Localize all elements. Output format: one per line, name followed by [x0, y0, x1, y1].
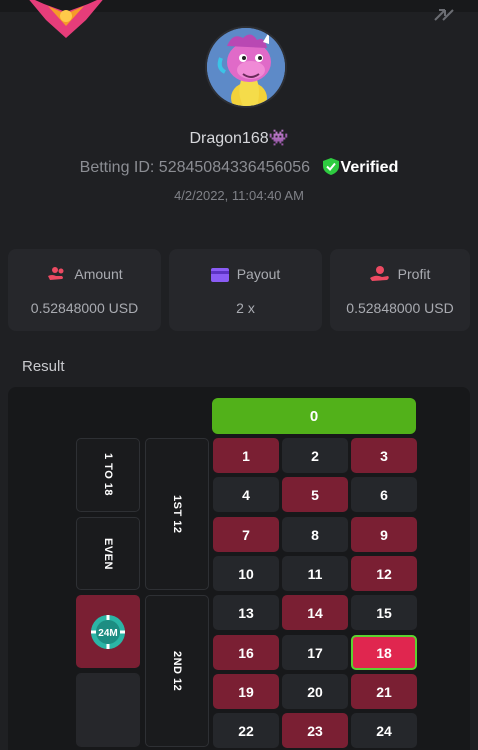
- roulette-number-18: 18: [351, 635, 417, 670]
- amount-label: Amount: [74, 266, 123, 282]
- profit-hand-icon: [369, 266, 389, 281]
- bet-2nd-12-label: 2ND 12: [171, 650, 183, 692]
- roulette-number-7: 7: [213, 517, 279, 552]
- roulette-number-14: 14: [282, 595, 348, 630]
- profit-value: 0.52848000 USD: [346, 300, 454, 316]
- betting-id-row: Betting ID: 52845084336456056 Verified: [0, 158, 478, 177]
- dragon-avatar-icon: [207, 28, 285, 106]
- bet-empty-slot: [76, 673, 140, 747]
- roulette-number-11: 11: [282, 556, 348, 591]
- roulette-number-6: 6: [351, 477, 417, 512]
- bet-even-label: EVEN: [102, 537, 114, 570]
- bet-1st-12-label: 1ST 12: [171, 494, 183, 534]
- roulette-number-5: 5: [282, 477, 348, 512]
- bet-red-with-chip: 24M: [76, 595, 140, 668]
- roulette-number-15: 15: [351, 595, 417, 630]
- roulette-number-23: 23: [282, 713, 348, 748]
- payout-card: Payout 2 x: [169, 249, 322, 331]
- result-title: Result: [22, 358, 65, 375]
- roulette-number-8: 8: [282, 517, 348, 552]
- roulette-zero: 0: [212, 398, 416, 434]
- roulette-number-21: 21: [351, 674, 417, 709]
- bet-1-to-18-label: 1 TO 18: [102, 453, 114, 497]
- amount-value: 0.52848000 USD: [30, 300, 139, 316]
- bet-2nd-12: 2ND 12: [145, 595, 209, 747]
- roulette-number-9: 9: [351, 517, 417, 552]
- roulette-number-16: 16: [213, 635, 279, 670]
- bet-1-to-18: 1 TO 18: [76, 438, 140, 512]
- roulette-number-22: 22: [213, 713, 279, 748]
- roulette-number-4: 4: [213, 477, 279, 512]
- roulette-number-19: 19: [213, 674, 279, 709]
- amount-card: Amount 0.52848000 USD: [8, 249, 161, 331]
- payout-value: 2 x: [236, 300, 255, 316]
- roulette-number-3: 3: [351, 438, 417, 473]
- profit-label-row: Profit: [330, 266, 470, 282]
- bet-chip-label: 24M: [98, 628, 117, 639]
- verified-shield-icon: [322, 158, 339, 175]
- bet-even: EVEN: [76, 517, 140, 590]
- username: Dragon168👾: [189, 130, 289, 147]
- roulette-number-10: 10: [213, 556, 279, 591]
- rank-badge-icon: [29, 0, 103, 38]
- bet-1st-12: 1ST 12: [145, 438, 209, 590]
- profit-card: Profit 0.52848000 USD: [330, 249, 470, 331]
- roulette-number-12: 12: [351, 556, 417, 591]
- payout-card-icon: [210, 268, 229, 282]
- roulette-number-2: 2: [282, 438, 348, 473]
- bet-chip-icon: 24M: [91, 614, 125, 649]
- payout-label: Payout: [236, 266, 281, 282]
- profit-label: Profit: [397, 266, 431, 282]
- roulette-number-20: 20: [282, 674, 348, 709]
- bet-timestamp: 4/2/2022, 11:04:40 AM: [174, 188, 304, 203]
- betting-id: Betting ID: 52845084336456056: [79, 159, 311, 176]
- verified-label: Verified: [340, 159, 399, 176]
- roulette-number-17: 17: [282, 635, 348, 670]
- avatar: [205, 26, 287, 108]
- roulette-number-13: 13: [213, 595, 279, 630]
- share-icon[interactable]: [433, 4, 455, 24]
- roulette-number-24: 24: [351, 713, 417, 748]
- roulette-number-1: 1: [213, 438, 279, 473]
- amount-label-row: Amount: [8, 266, 161, 282]
- payout-label-row: Payout: [169, 266, 322, 282]
- amount-hand-coins-icon: [48, 267, 64, 280]
